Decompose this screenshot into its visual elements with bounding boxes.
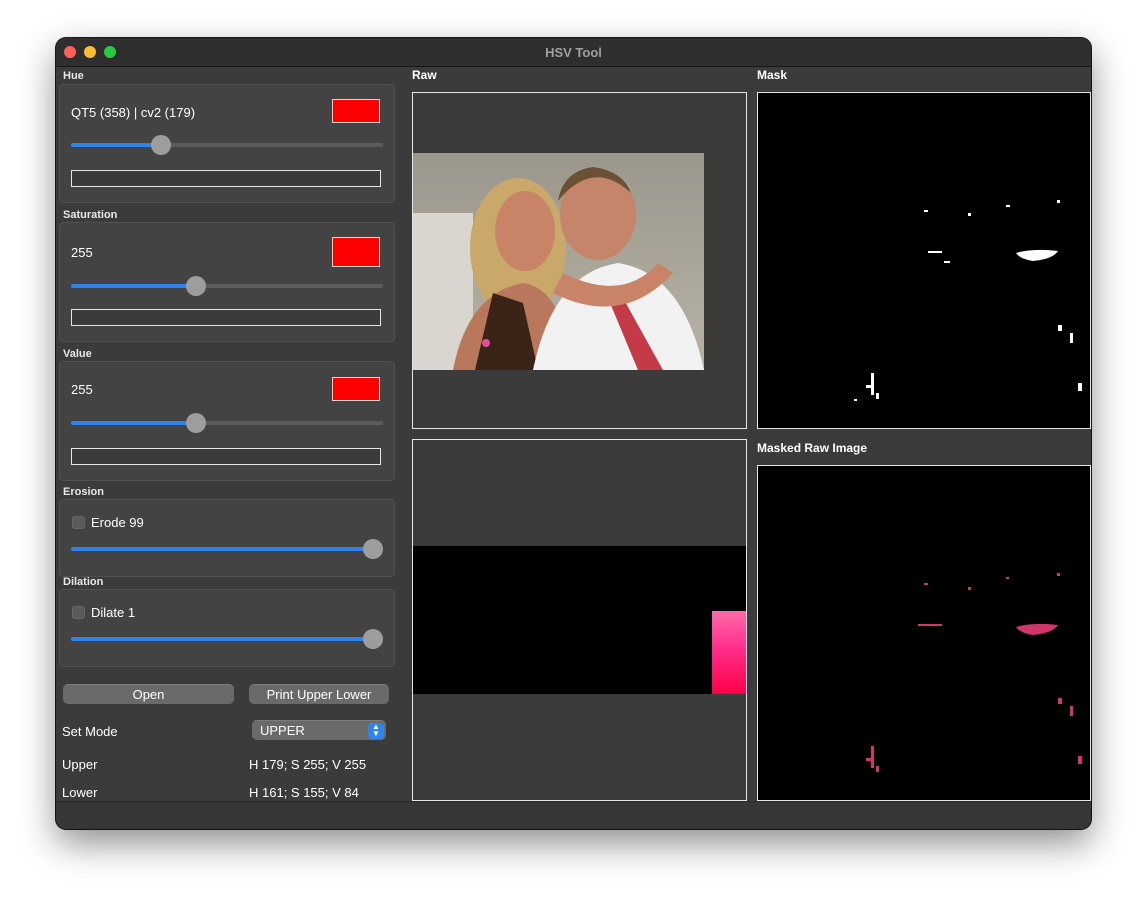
raw-photo xyxy=(413,153,704,370)
dilation-group-label: Dilation xyxy=(63,576,104,588)
select-arrows-icon: ▲ ▼ xyxy=(368,723,384,739)
set-mode-label: Set Mode xyxy=(62,724,118,739)
open-button[interactable]: Open xyxy=(63,684,234,704)
hsv-color-map xyxy=(413,546,746,694)
status-bar xyxy=(56,801,1091,829)
erode-slider-fill xyxy=(71,547,373,551)
value-group-label: Value xyxy=(63,348,92,360)
hue-color-swatch xyxy=(332,99,380,123)
saturation-slider-fill xyxy=(71,284,196,288)
dilation-group: Dilate 1 xyxy=(59,589,395,667)
masked-raw-image-panel xyxy=(757,465,1091,801)
masked-raw-image xyxy=(866,573,1082,772)
value-value-text: 255 xyxy=(71,382,93,397)
hue-group-label: Hue xyxy=(63,70,84,82)
erosion-group-label: Erosion xyxy=(63,486,104,498)
value-color-swatch xyxy=(332,377,380,401)
histogram-panel xyxy=(412,439,747,801)
saturation-slider[interactable] xyxy=(71,276,383,296)
value-slider[interactable] xyxy=(71,413,383,433)
hue-slider[interactable] xyxy=(71,135,383,155)
saturation-group-label: Saturation xyxy=(63,209,118,221)
mask-image xyxy=(854,200,1082,401)
dilate-slider-handle[interactable] xyxy=(363,629,383,649)
mode-select-value: UPPER xyxy=(260,723,305,738)
erode-slider[interactable] xyxy=(71,539,383,559)
hue-value-text: QT5 (358) | cv2 (179) xyxy=(71,105,196,120)
hsv-tool-window: HSV Tool Hue QT5 (358) | cv2 (179) Satur… xyxy=(56,38,1091,829)
erode-checkbox-label[interactable]: Erode 99 xyxy=(91,515,144,530)
value-group: 255 xyxy=(59,361,395,481)
value-slider-fill xyxy=(71,421,196,425)
lower-value: H 161; S 155; V 84 xyxy=(249,785,359,800)
dilate-checkbox-label[interactable]: Dilate 1 xyxy=(91,605,135,620)
mask-panel-label: Mask xyxy=(757,68,788,82)
saturation-value-text: 255 xyxy=(71,245,93,260)
raw-image-panel xyxy=(412,92,747,429)
lower-label: Lower xyxy=(62,785,98,800)
dilate-slider[interactable] xyxy=(71,629,383,649)
raw-panel-label: Raw xyxy=(412,68,437,82)
hsv-range-highlight xyxy=(712,611,746,694)
saturation-text-field[interactable] xyxy=(71,309,381,326)
mode-select[interactable]: UPPER ▲ ▼ xyxy=(252,720,386,740)
hue-text-field[interactable] xyxy=(71,170,381,187)
hue-group: QT5 (358) | cv2 (179) xyxy=(59,84,395,203)
mask-image-panel xyxy=(757,92,1091,429)
erosion-group: Erode 99 xyxy=(59,499,395,577)
saturation-slider-handle[interactable] xyxy=(185,276,206,296)
upper-label: Upper xyxy=(62,757,98,772)
title-bar: HSV Tool xyxy=(56,38,1091,67)
dilate-checkbox[interactable] xyxy=(72,606,85,619)
erode-slider-handle[interactable] xyxy=(363,539,383,559)
saturation-group: 255 xyxy=(59,222,395,342)
masked-raw-panel-label: Masked Raw Image xyxy=(757,441,868,455)
window-title: HSV Tool xyxy=(545,45,602,60)
saturation-color-swatch xyxy=(332,237,380,267)
hue-slider-handle[interactable] xyxy=(151,135,172,155)
dilate-slider-fill xyxy=(71,637,373,641)
print-upper-lower-button[interactable]: Print Upper Lower xyxy=(249,684,389,704)
erode-checkbox[interactable] xyxy=(72,516,85,529)
value-slider-handle[interactable] xyxy=(185,413,206,433)
hue-slider-fill xyxy=(71,143,162,147)
value-text-field[interactable] xyxy=(71,448,381,465)
upper-value: H 179; S 255; V 255 xyxy=(249,757,367,772)
